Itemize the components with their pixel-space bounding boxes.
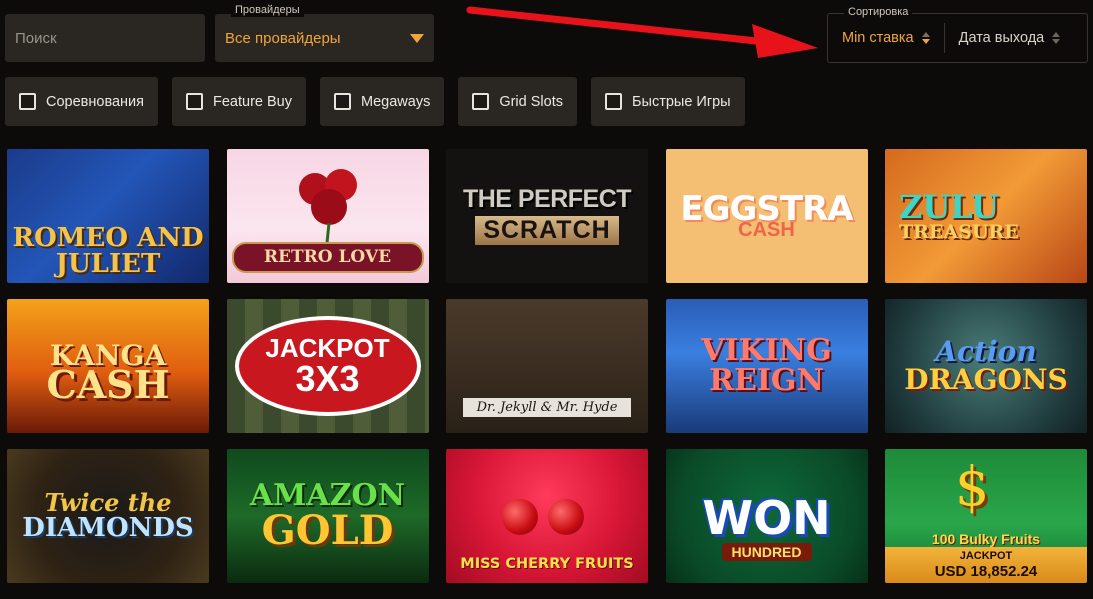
game-title-line2: Hundred [721,543,812,561]
providers-value: Все провайдеры [225,29,341,47]
game-tile-jackpot-3x3[interactable]: Jackpot 3x3 [226,299,429,433]
sort-option-label: Дата выхода [958,30,1045,46]
game-title-line2: Dragons [904,363,1068,396]
game-tile-zulu-treasure[interactable]: Zulu Treasure [885,149,1087,283]
game-title-line1: Zulu [899,187,999,226]
filter-megaways[interactable]: Megaways [320,77,445,126]
filter-label: Megaways [361,93,431,110]
game-title: 100 Bulky Fruits [931,531,1041,547]
cherry-icon [548,499,584,535]
game-tile-eggstra-cash[interactable]: Eggstra Cash [665,149,868,283]
game-title-line1: The Perfect [462,185,632,213]
filter-tournaments[interactable]: Соревнования [5,77,159,126]
providers-label: Провайдеры [231,3,304,17]
game-tile-romeo-and-juliet[interactable]: Romeo and Juliet [7,149,209,283]
filter-bar: Соревнования Feature Buy Megaways Grid S… [5,77,745,126]
sort-option-min-bet[interactable]: Min ставка [828,23,944,53]
game-title-line1: Twice the [44,488,172,517]
filter-label: Быстрые Игры [632,93,731,110]
game-title-line2: Gold [261,507,394,554]
jackpot-banner: JACKPOT USD 18,852.24 [885,547,1087,583]
sort-option-release-date[interactable]: Дата выхода [943,23,1075,53]
filter-feature-buy[interactable]: Feature Buy [172,77,307,126]
rose-icon [298,169,357,243]
game-title-line2: Cash [738,219,795,241]
checkbox[interactable] [186,93,204,110]
filter-label: Feature Buy [213,93,293,110]
dollar-icon: $ [955,455,990,518]
game-title-line2: Scratch [475,216,619,245]
checkbox[interactable] [605,93,622,110]
checkbox[interactable] [19,93,36,110]
filter-quick-games[interactable]: Быстрые Игры [591,77,745,126]
game-tile-dr-jekyll-mr-hyde[interactable]: Dr. Jekyll & Mr. Hyde [446,299,648,433]
game-tile-twice-the-diamonds[interactable]: Twice the Diamonds [7,449,209,583]
sort-option-label: Min ставка [842,30,914,46]
game-title-line2: Reign [709,363,824,398]
sort-arrows-icon [921,32,930,44]
game-title-line2: 3x3 [295,358,360,399]
game-title-line2: Cash [46,362,170,407]
game-tile-100-bulky-fruits[interactable]: $ 100 Bulky Fruits JACKPOT USD 18,852.24 [885,449,1087,583]
filter-grid-slots[interactable]: Grid Slots [458,77,577,126]
jackpot-value: USD 18,852.24 [934,563,1038,580]
game-tile-won-hundred[interactable]: Won Hundred [665,449,868,583]
game-tile-the-perfect-scratch[interactable]: The Perfect Scratch [446,149,648,283]
providers-dropdown[interactable]: Провайдеры Все провайдеры [215,3,434,62]
checkbox[interactable] [472,93,490,110]
chevron-down-icon [410,33,424,43]
annotation-arrow [466,6,818,58]
game-title-line1: Action [935,335,1037,368]
game-title-line1: Won [702,491,831,545]
cherry-icon [502,499,538,535]
game-tile-miss-cherry-fruits[interactable]: Miss Cherry Fruits [446,449,648,583]
game-title-line2: Treasure [899,220,1019,243]
filter-label: Соревнования [46,93,145,110]
game-title-line1: Viking [701,333,832,368]
sort-group: Сортировка Min ставка Дата выхода [827,5,1088,63]
game-title: Retro Love [231,242,424,273]
checkbox[interactable] [334,93,352,110]
game-tile-amazon-gold[interactable]: Amazon Gold [226,449,429,583]
game-tile-viking-reign[interactable]: Viking Reign [665,299,868,433]
game-title: Dr. Jekyll & Mr. Hyde [462,398,632,417]
game-tile-action-dragons[interactable]: Action Dragons [885,299,1087,433]
filter-label: Grid Slots [499,93,563,110]
sort-arrows-icon [1052,32,1061,44]
game-title: Romeo and Juliet [12,223,204,279]
search-box[interactable] [5,14,214,62]
jackpot-badge: Jackpot 3x3 [234,316,421,416]
jackpot-label: JACKPOT [959,550,1013,562]
game-tile-retro-love[interactable]: Retro Love [226,149,429,283]
search-input[interactable] [15,29,214,47]
game-grid: Romeo and Juliet Retro Love The Perfect … [7,149,1087,583]
game-title: Miss Cherry Fruits [460,555,634,572]
sort-label: Сортировка [844,5,913,19]
game-title-line2: Diamonds [22,513,194,543]
game-tile-kanga-cash[interactable]: Kanga Cash [7,299,209,433]
